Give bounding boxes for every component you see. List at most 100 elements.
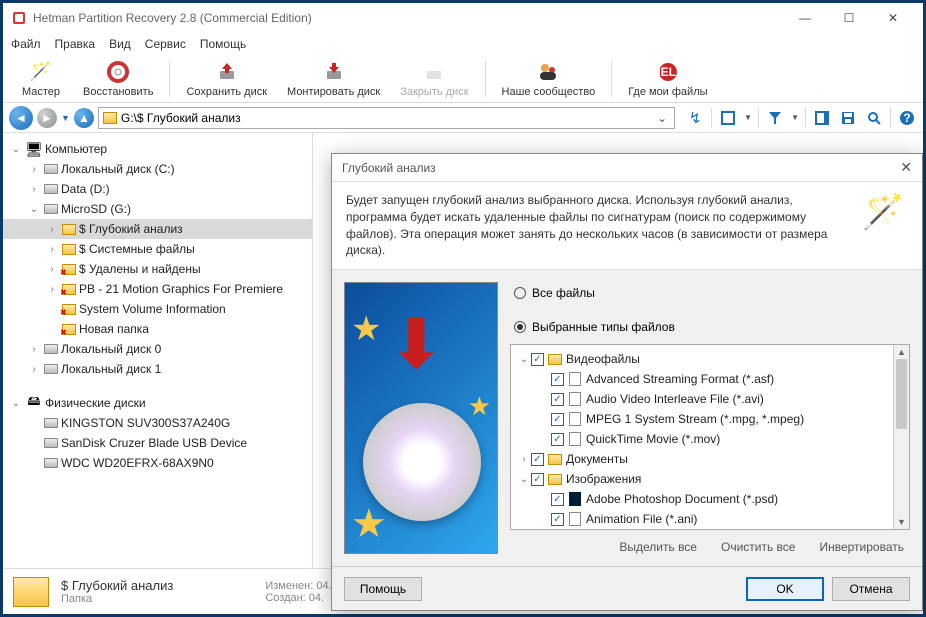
file-icon bbox=[569, 492, 581, 506]
tree-node-svi[interactable]: ·System Volume Information bbox=[3, 299, 312, 319]
nav-dropdown-icon[interactable]: ▼ bbox=[61, 113, 70, 123]
filetype-crw[interactable]: Canon Raw Image Format (*.crw) bbox=[513, 529, 907, 530]
lifebuoy-icon bbox=[106, 60, 130, 84]
checkbox-icon[interactable] bbox=[551, 493, 564, 506]
filetype-asf[interactable]: Advanced Streaming Format (*.asf) bbox=[513, 369, 907, 389]
titlebar: Hetman Partition Recovery 2.8 (Commercia… bbox=[3, 3, 923, 33]
tree-node-disk2[interactable]: ·WDC WD20EFRX-68AX9N0 bbox=[3, 453, 312, 473]
checkbox-icon[interactable] bbox=[551, 433, 564, 446]
community-button[interactable]: Наше сообщество bbox=[494, 57, 604, 101]
wizard-button[interactable]: 🪄 Мастер bbox=[11, 57, 71, 101]
wand-icon: 🪄 bbox=[29, 60, 53, 84]
dialog-close-button[interactable]: ✕ bbox=[900, 159, 912, 176]
drive-icon bbox=[44, 164, 58, 174]
tree-node-pb21[interactable]: ›PB - 21 Motion Graphics For Premiere bbox=[3, 279, 312, 299]
checkbox-icon[interactable] bbox=[531, 353, 544, 366]
tree-node-deep-analysis[interactable]: ›$ Глубокий анализ bbox=[3, 219, 312, 239]
dialog-header: Будет запущен глубокий анализ выбранного… bbox=[332, 182, 922, 270]
category-images[interactable]: ⌄Изображения bbox=[513, 469, 907, 489]
dropdown-icon[interactable]: ▼ bbox=[791, 113, 799, 122]
view-mode-icon[interactable] bbox=[718, 108, 738, 128]
save-icon[interactable] bbox=[838, 108, 858, 128]
select-all-link[interactable]: Выделить все bbox=[619, 540, 697, 554]
help-button[interactable]: Помощь bbox=[344, 577, 422, 601]
tree-node-deleted-found[interactable]: ›$ Удалены и найдены bbox=[3, 259, 312, 279]
dropdown-icon[interactable]: ▼ bbox=[744, 113, 752, 122]
mount-disk-button[interactable]: Монтировать диск bbox=[279, 57, 388, 101]
nav-forward-button[interactable]: ► bbox=[37, 108, 57, 128]
checkbox-icon[interactable] bbox=[551, 413, 564, 426]
file-type-tree[interactable]: ⌄Видеофайлы Advanced Streaming Format (*… bbox=[510, 344, 910, 530]
tree-node-local-0[interactable]: ›Локальный диск 0 bbox=[3, 339, 312, 359]
save-disk-button[interactable]: Сохранить диск bbox=[178, 57, 275, 101]
selection-links: Выделить все Очистить все Инвертировать bbox=[510, 530, 910, 554]
file-icon bbox=[569, 412, 581, 426]
scroll-thumb[interactable] bbox=[896, 359, 907, 429]
refresh-icon[interactable]: ↯ bbox=[685, 108, 705, 128]
tree-node-local-1[interactable]: ›Локальный диск 1 bbox=[3, 359, 312, 379]
menu-view[interactable]: Вид bbox=[109, 37, 131, 51]
file-icon bbox=[569, 372, 581, 386]
status-title: $ Глубокий анализ bbox=[61, 578, 173, 593]
maximize-button[interactable]: ☐ bbox=[827, 4, 871, 32]
tree-node-disk1[interactable]: ·SanDisk Cruzer Blade USB Device bbox=[3, 433, 312, 453]
tree-node-microsd-g[interactable]: ⌄MicroSD (G:) bbox=[3, 199, 312, 219]
checkbox-icon[interactable] bbox=[551, 513, 564, 526]
restore-button[interactable]: Восстановить bbox=[75, 57, 161, 101]
where-files-button[interactable]: HELP Где мои файлы bbox=[620, 57, 715, 101]
address-input[interactable] bbox=[121, 111, 650, 125]
wand-icon: 🪄 bbox=[862, 192, 908, 238]
tree-node-phys-disks[interactable]: ⌄🖴Физические диски bbox=[3, 393, 312, 413]
navbar-right-tools: ↯ ▼ ▼ ? bbox=[679, 108, 917, 128]
svg-text:HELP: HELP bbox=[657, 65, 679, 79]
clear-all-link[interactable]: Очистить все bbox=[721, 540, 795, 554]
invert-link[interactable]: Инвертировать bbox=[819, 540, 904, 554]
radio-all-files[interactable]: Все файлы bbox=[514, 282, 910, 304]
category-docs[interactable]: ›Документы bbox=[513, 449, 907, 469]
filetype-psd[interactable]: Adobe Photoshop Document (*.psd) bbox=[513, 489, 907, 509]
tree-node-system-files[interactable]: ›$ Системные файлы bbox=[3, 239, 312, 259]
folder-icon bbox=[62, 244, 76, 255]
tree-node-computer[interactable]: ⌄🖥Компьютер bbox=[3, 139, 312, 159]
tree-node-disk0[interactable]: ·KINGSTON SUV300S37A240G bbox=[3, 413, 312, 433]
folder-deleted-icon bbox=[62, 284, 76, 295]
tree-node-data-d[interactable]: ›Data (D:) bbox=[3, 179, 312, 199]
close-button[interactable]: ✕ bbox=[871, 4, 915, 32]
nav-back-button[interactable]: ◄ bbox=[9, 106, 33, 130]
filetype-mpeg[interactable]: MPEG 1 System Stream (*.mpg, *.mpeg) bbox=[513, 409, 907, 429]
scroll-up-icon[interactable]: ▲ bbox=[894, 345, 909, 359]
minimize-button[interactable]: — bbox=[783, 4, 827, 32]
checkbox-icon[interactable] bbox=[551, 393, 564, 406]
file-icon bbox=[569, 392, 581, 406]
checkbox-icon[interactable] bbox=[551, 373, 564, 386]
menu-service[interactable]: Сервис bbox=[145, 37, 186, 51]
scrollbar[interactable]: ▲ ▼ bbox=[893, 345, 909, 529]
menu-help[interactable]: Помощь bbox=[200, 37, 246, 51]
address-bar[interactable]: ⌄ bbox=[98, 107, 675, 129]
navbar: ◄ ► ▼ ▲ ⌄ ↯ ▼ ▼ ? bbox=[3, 103, 923, 133]
star-icon: ★ bbox=[468, 391, 491, 422]
filetype-avi[interactable]: Audio Video Interleave File (*.avi) bbox=[513, 389, 907, 409]
nav-up-button[interactable]: ▲ bbox=[74, 108, 94, 128]
drive-icon bbox=[44, 438, 58, 448]
cancel-button[interactable]: Отмена bbox=[832, 577, 910, 601]
category-video[interactable]: ⌄Видеофайлы bbox=[513, 349, 907, 369]
dialog-right-panel: Все файлы Выбранные типы файлов ⌄Видеофа… bbox=[510, 282, 910, 554]
help-icon[interactable]: ? bbox=[897, 108, 917, 128]
address-dropdown-icon[interactable]: ⌄ bbox=[654, 111, 670, 125]
menu-file[interactable]: Файл bbox=[11, 37, 41, 51]
checkbox-icon[interactable] bbox=[531, 453, 544, 466]
filter-icon[interactable] bbox=[765, 108, 785, 128]
filetype-mov[interactable]: QuickTime Movie (*.mov) bbox=[513, 429, 907, 449]
radio-selected-types[interactable]: Выбранные типы файлов bbox=[514, 316, 910, 338]
preview-icon[interactable] bbox=[812, 108, 832, 128]
tree-node-new-folder[interactable]: ·Новая папка bbox=[3, 319, 312, 339]
menu-edit[interactable]: Правка bbox=[55, 37, 96, 51]
search-icon[interactable] bbox=[864, 108, 884, 128]
scroll-down-icon[interactable]: ▼ bbox=[894, 515, 909, 529]
filetype-ani[interactable]: Animation File (*.ani) bbox=[513, 509, 907, 529]
checkbox-icon[interactable] bbox=[531, 473, 544, 486]
disk-tree: ⌄🖥Компьютер ›Локальный диск (C:) ›Data (… bbox=[3, 133, 313, 568]
tree-node-local-c[interactable]: ›Локальный диск (C:) bbox=[3, 159, 312, 179]
ok-button[interactable]: OK bbox=[746, 577, 824, 601]
